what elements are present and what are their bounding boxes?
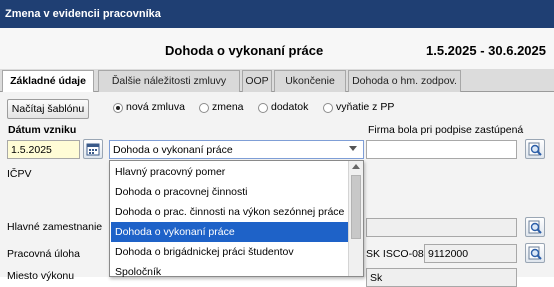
start-date-label: Dátum vzniku xyxy=(8,124,77,136)
tab-liability-agreement[interactable]: Dohoda o hm. zodpov. xyxy=(348,70,461,92)
tab-other-contract-details[interactable]: Ďalšie náležitosti zmluvy xyxy=(98,70,240,92)
document-type-title: Dohoda o vykonaní práce xyxy=(165,43,324,58)
main-employment-label: Hlavné zamestnanie xyxy=(7,221,103,233)
dropdown-option[interactable]: Spoločník xyxy=(111,262,348,282)
radio-exemption[interactable] xyxy=(323,103,333,113)
calendar-icon xyxy=(86,143,100,156)
sk-isco-label: SK ISCO-08 xyxy=(366,248,424,260)
start-date-input[interactable]: 1.5.2025 xyxy=(7,140,80,159)
search-icon xyxy=(528,246,542,260)
dropdown-option[interactable]: Dohoda o brigádnickej práci študentov xyxy=(111,242,348,262)
dropdown-option[interactable]: Dohoda o prac. činnosti na výkon sezónne… xyxy=(111,202,348,222)
radio-change-label: zmena xyxy=(212,101,244,113)
date-range: 1.5.2025 - 30.6.2025 xyxy=(426,43,546,58)
tab-oop[interactable]: OOP xyxy=(242,70,272,92)
company-represented-label: Firma bola pri podpise zastúpená xyxy=(368,124,524,136)
radio-new-contract[interactable] xyxy=(113,103,123,113)
tab-termination[interactable]: Ukončenie xyxy=(274,70,346,92)
radio-change[interactable] xyxy=(199,103,209,113)
icpv-label: IČPV xyxy=(7,168,32,180)
contract-type-dropdown-list: Hlavný pracovný pomer Dohoda o pracovnej… xyxy=(109,160,364,278)
lookup-button-main-employment[interactable] xyxy=(525,217,545,237)
tab-basic-data[interactable]: Základné údaje xyxy=(2,70,94,93)
company-represented-input[interactable] xyxy=(366,140,517,159)
dropdown-option[interactable]: Hlavný pracovný pomer xyxy=(111,162,348,182)
lookup-button-isco[interactable] xyxy=(525,243,545,263)
sk-isco-field[interactable]: 9112000 xyxy=(424,244,517,263)
dropdown-option-selected[interactable]: Dohoda o vykonaní práce xyxy=(111,222,348,242)
contract-type-value: Dohoda o vykonaní práce xyxy=(113,144,233,156)
dropdown-option[interactable]: Dohoda o pracovnej činnosti xyxy=(111,182,348,202)
chevron-down-icon[interactable] xyxy=(349,146,357,151)
radio-amendment[interactable] xyxy=(258,103,268,113)
work-task-label: Pracovná úloha xyxy=(7,248,80,260)
scrollbar-thumb[interactable] xyxy=(351,175,361,239)
partial-bottom-label: Miesto výkonu xyxy=(7,270,75,282)
radio-amendment-label: dodatok xyxy=(271,101,309,113)
load-template-button[interactable]: Načítaj šablónu xyxy=(7,99,89,119)
search-icon xyxy=(528,220,542,234)
scroll-up-icon[interactable] xyxy=(352,164,360,169)
calendar-button[interactable] xyxy=(83,139,103,159)
window-title: Zmena v evidencii pracovníka xyxy=(0,0,554,28)
radio-exemption-label: vyňatie z PP xyxy=(336,101,395,113)
contract-type-select[interactable]: Dohoda o vykonaní práce xyxy=(109,140,364,159)
main-employment-field[interactable] xyxy=(366,218,517,237)
radio-new-contract-label: nová zmluva xyxy=(126,101,185,113)
lookup-button-representative[interactable] xyxy=(525,139,545,159)
dropdown-scrollbar[interactable] xyxy=(348,161,363,276)
search-icon xyxy=(528,142,542,156)
partial-bottom-field[interactable]: Sk xyxy=(366,268,517,287)
